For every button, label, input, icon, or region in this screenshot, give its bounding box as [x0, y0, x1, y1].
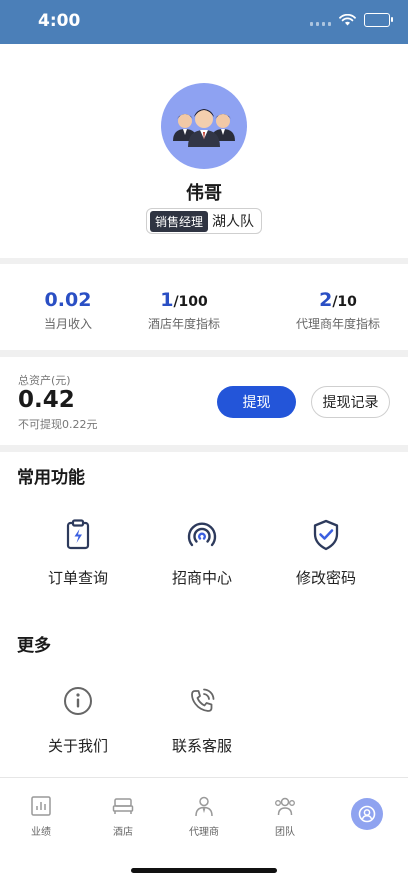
- withdraw-button[interactable]: 提现: [217, 386, 296, 418]
- func-order-query[interactable]: 订单查询: [16, 518, 140, 588]
- wifi-icon: [339, 14, 356, 26]
- stat-hotel-target[interactable]: 1/100 酒店年度指标: [116, 288, 252, 332]
- func-label: 关于我们: [47, 737, 108, 755]
- signal-arcs-icon: [187, 522, 217, 547]
- tab-label: 代理商: [189, 827, 219, 838]
- func-about-us[interactable]: 关于我们: [16, 686, 140, 756]
- asset-unwithdrawable: 不可提现0.22元: [18, 418, 98, 431]
- stat-agent-target[interactable]: 2/10 代理商年度指标: [270, 288, 406, 332]
- stat-value: 2/10: [319, 289, 357, 311]
- func-label: 联系客服: [171, 737, 232, 755]
- team-name: 湖人队: [212, 214, 255, 230]
- profile-section: 伟哥 销售经理 湖人队: [0, 44, 408, 258]
- home-indicator: [131, 868, 277, 873]
- avatar[interactable]: [161, 83, 247, 169]
- asset-label: 总资产(元): [18, 374, 71, 387]
- tab-active-indicator: [351, 798, 383, 830]
- tab-performance[interactable]: 业绩: [0, 794, 82, 838]
- status-icons: [310, 13, 393, 27]
- func-merchant-center[interactable]: 招商中心: [140, 518, 264, 588]
- tab-label: 业绩: [31, 827, 51, 838]
- role-badge: 销售经理 湖人队: [146, 208, 262, 234]
- tab-agent[interactable]: 代理商: [163, 794, 245, 838]
- func-label: 订单查询: [47, 569, 108, 587]
- status-time: 4:00: [38, 11, 81, 31]
- divider: [0, 350, 408, 357]
- profile-icon: [358, 805, 376, 823]
- signal-icon: [310, 14, 331, 26]
- tab-team[interactable]: 团队: [244, 794, 326, 838]
- battery-icon: [364, 13, 393, 27]
- phone-call-icon: [191, 688, 215, 712]
- section-title-more: 更多: [17, 636, 51, 656]
- section-title-common: 常用功能: [17, 468, 85, 488]
- stat-value: 1/100: [160, 289, 208, 311]
- func-contact-service[interactable]: 联系客服: [140, 686, 264, 756]
- stat-label: 代理商年度指标: [295, 317, 380, 331]
- func-label: 招商中心: [171, 569, 232, 587]
- user-name: 伟哥: [186, 183, 222, 204]
- func-change-password[interactable]: 修改密码: [264, 518, 388, 588]
- chart-icon: [31, 796, 51, 816]
- shield-check-icon: [313, 519, 339, 551]
- bed-icon: [112, 798, 134, 814]
- func-label: 修改密码: [295, 569, 356, 587]
- status-bar: 4:00: [0, 0, 408, 44]
- tab-hotel[interactable]: 酒店: [82, 794, 164, 838]
- stats-row: 0.02 当月收入 1/100 酒店年度指标 2/10 代理商年度指标: [0, 264, 408, 350]
- tab-label: 酒店: [113, 827, 133, 838]
- person-icon: [195, 796, 213, 817]
- stat-label: 酒店年度指标: [147, 317, 220, 331]
- tab-label: 团队: [275, 827, 295, 838]
- role-tag: 销售经理: [150, 210, 209, 232]
- info-icon: [64, 687, 92, 715]
- withdraw-record-button[interactable]: 提现记录: [311, 386, 390, 418]
- tab-profile[interactable]: [326, 794, 408, 830]
- asset-value: 0.42: [18, 387, 75, 413]
- divider: [0, 445, 408, 452]
- clipboard-lightning-icon: [66, 519, 90, 550]
- assets-card: 总资产(元) 0.42 不可提现0.22元 提现 提现记录: [0, 357, 408, 445]
- team-avatar-icon: [173, 109, 235, 147]
- team-icon: [275, 797, 295, 816]
